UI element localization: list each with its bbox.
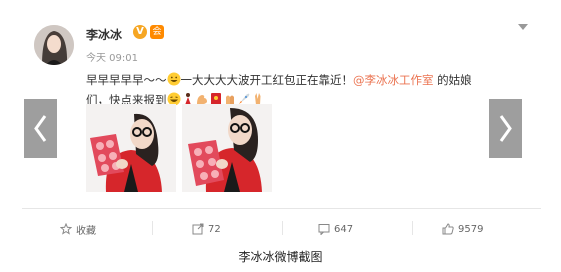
verified-badge: V <box>133 25 147 39</box>
mention-link[interactable]: @李冰冰工作室 <box>353 73 434 87</box>
chevron-right-icon <box>499 115 512 142</box>
favorite-label: 收藏 <box>76 225 96 237</box>
action-separator <box>152 221 153 235</box>
avatar[interactable] <box>34 25 74 65</box>
post-time[interactable]: 今天 09:01 <box>86 49 138 64</box>
thumbs-up-icon <box>442 223 454 235</box>
comment-count: 647 <box>334 223 354 235</box>
chevron-left-icon <box>34 115 47 142</box>
author-name[interactable]: 李冰冰 <box>86 26 122 43</box>
repost-count: 72 <box>208 223 221 235</box>
post-text-part: 的姑娘 <box>433 73 472 87</box>
post-text-part: 早早早早早～～ <box>86 73 167 87</box>
star-icon <box>60 223 72 235</box>
member-badge: 会 <box>150 25 164 39</box>
post-photo-2[interactable] <box>182 104 272 192</box>
action-separator <box>412 221 413 235</box>
footer-divider <box>22 208 541 209</box>
caret-down-icon[interactable] <box>518 24 528 30</box>
image-caption: 李冰冰微博截图 <box>238 250 323 264</box>
like-count: 9579 <box>458 223 484 235</box>
repost-icon <box>192 223 204 235</box>
post-photo-1[interactable] <box>86 104 176 192</box>
comment-icon <box>318 224 330 235</box>
post-text-part: 一大大大大波开工红包正在靠近！ <box>180 73 354 87</box>
carousel-prev-button[interactable] <box>24 99 57 158</box>
favorite-button[interactable]: 收藏 <box>60 221 96 237</box>
grin-emoji-icon <box>167 72 180 86</box>
comment-button[interactable]: 647 <box>318 221 353 237</box>
action-separator <box>282 221 283 235</box>
repost-button[interactable]: 72 <box>192 221 221 237</box>
like-button[interactable]: 9579 <box>442 221 483 237</box>
carousel-next-button[interactable] <box>489 99 522 158</box>
